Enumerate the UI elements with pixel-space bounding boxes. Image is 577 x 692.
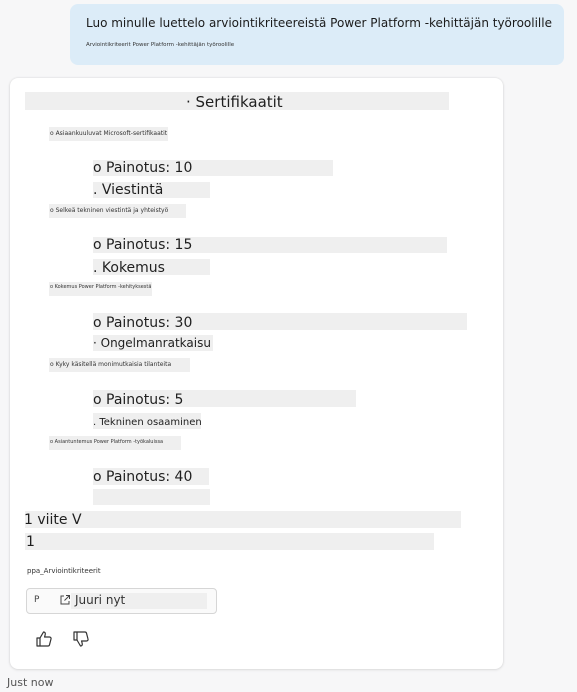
references-toggle[interactable]: 1 viite V — [24, 512, 82, 528]
user-message-text: Luo minulle luettelo arviointikriteereis… — [86, 16, 552, 30]
criteria-weight: o Painotus: 5 — [93, 392, 184, 408]
criteria-weight: o Painotus: 10 — [93, 160, 193, 176]
dislike-button[interactable] — [71, 629, 91, 649]
highlight-bar — [25, 533, 434, 550]
response-card: · Sertifikaatit o Asiaankuuluvat Microso… — [10, 78, 503, 669]
thumbs-up-icon — [36, 631, 52, 647]
like-button[interactable] — [34, 629, 54, 649]
criteria-description: o Kyky käsitellä monimutkaisia tilanteit… — [50, 361, 172, 368]
criteria-weight: o Painotus: 40 — [93, 469, 193, 485]
thumbs-down-icon — [73, 631, 89, 647]
criteria-title: . Tekninen osaaminen — [93, 417, 202, 428]
criteria-description: o Asiantuntemus Power Platform -työkalui… — [50, 439, 164, 445]
source-badge: P — [34, 595, 40, 605]
criteria-weight: o Painotus: 30 — [93, 315, 193, 331]
criteria-weight: o Painotus: 15 — [93, 237, 193, 253]
highlight-bar — [93, 489, 210, 505]
user-message-bubble: Luo minulle luettelo arviointikriteereis… — [70, 4, 564, 65]
criteria-description: o Asiaankuuluvat Microsoft-sertifikaatit — [50, 130, 168, 137]
criteria-title: . Kokemus — [93, 260, 165, 276]
message-timestamp: Just now — [7, 676, 54, 689]
section-heading: · Sertifikaatit — [186, 93, 283, 111]
user-message-subtext: Arviointikriteerit Power Platform -kehit… — [86, 42, 235, 48]
criteria-title: · Ongelmanratkaisu — [93, 336, 211, 350]
criteria-title: . Viestintä — [93, 182, 164, 198]
source-chip[interactable]: P Juuri nyt — [26, 588, 217, 614]
highlight-bar — [25, 511, 461, 528]
open-link-icon — [60, 595, 70, 605]
criteria-description: o Kokemus Power Platform -kehityksestä — [50, 284, 152, 290]
reference-file-link[interactable]: ppa_Arviointikriteerit — [27, 567, 101, 575]
source-time: Juuri nyt — [75, 593, 126, 607]
criteria-description: o Selkeä tekninen viestintä ja yhteistyö — [50, 207, 169, 214]
reference-number[interactable]: 1 — [26, 534, 35, 550]
